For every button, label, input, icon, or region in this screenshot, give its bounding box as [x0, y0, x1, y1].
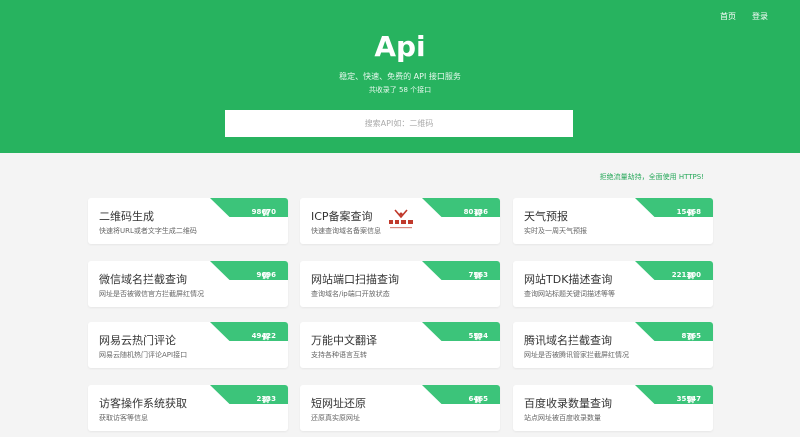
- api-desc: 支持各种语言互转: [311, 351, 367, 359]
- top-nav: 首页 登录: [720, 11, 768, 22]
- api-card[interactable]: 调用： 5534 万能中文翻译 支持各种语言互转: [300, 322, 500, 368]
- api-name: 万能中文翻译: [311, 334, 377, 347]
- api-desc: 获取访客等信息: [99, 414, 148, 422]
- api-name: 访客操作系统获取: [99, 397, 187, 410]
- api-card[interactable]: 调用： 49422 网易云热门评论 网易云随机热门评论API接口: [88, 322, 288, 368]
- api-desc: 还原真实原网址: [311, 414, 360, 422]
- api-desc: 站点网址被百度收录数量: [524, 414, 601, 422]
- api-desc: 网址是否被腾讯管家拦截屏红情况: [524, 351, 629, 359]
- usage-badge: 调用： 35547: [635, 385, 713, 404]
- api-name: 网站TDK描述查询: [524, 273, 613, 286]
- https-notice: 拒绝流量劫持，全面使用 HTTPS!: [599, 173, 704, 181]
- hero-banner: 首页 登录 Api 稳定、快速、免费的 API 接口服务 共收录了 58 个接口: [0, 0, 800, 153]
- api-card[interactable]: 调用： 98670 二维码生成 快速将URL或者文字生成二维码: [88, 198, 288, 244]
- nav-home-link[interactable]: 首页: [720, 11, 736, 22]
- usage-badge: 调用： 2333: [210, 385, 288, 404]
- api-desc: 网易云随机热门评论API接口: [99, 351, 188, 359]
- usage-badge: 调用： 7563: [422, 261, 500, 280]
- nav-login-link[interactable]: 登录: [752, 11, 768, 22]
- usage-badge: 调用： 80136: [422, 198, 500, 217]
- hero-subtitle: 稳定、快速、免费的 API 接口服务: [339, 72, 461, 81]
- page-title: Api: [374, 30, 426, 63]
- api-card[interactable]: 调用： 80136 ICP备案查询 快速查询域名备案信息: [300, 198, 500, 244]
- api-desc: 查询域名/ip端口开放状态: [311, 290, 390, 298]
- usage-badge: 调用： 9696: [210, 261, 288, 280]
- api-count: 共收录了 58 个接口: [368, 86, 432, 94]
- usage-badge: 调用： 221300: [635, 261, 713, 280]
- api-card[interactable]: 调用： 15468 天气预报 实时及一周天气预报: [513, 198, 713, 244]
- api-card[interactable]: 调用： 221300 网站TDK描述查询 查询网站标题关键词描述等等: [513, 261, 713, 307]
- az-watermark-logo-icon: [388, 209, 414, 229]
- usage-badge: 调用： 49422: [210, 322, 288, 341]
- api-card[interactable]: 调用： 9696 微信域名拦截查询 网址是否被微信官方拦截屏红情况: [88, 261, 288, 307]
- api-name: 腾讯域名拦截查询: [524, 334, 612, 347]
- api-name: ICP备案查询: [311, 210, 373, 223]
- usage-badge: 调用： 15468: [635, 198, 713, 217]
- search-input[interactable]: [225, 110, 573, 137]
- usage-badge: 调用： 6465: [422, 385, 500, 404]
- api-card[interactable]: 调用： 2333 访客操作系统获取 获取访客等信息: [88, 385, 288, 431]
- api-desc: 快速查询域名备案信息: [311, 227, 381, 235]
- usage-badge: 调用： 5534: [422, 322, 500, 341]
- api-card[interactable]: 调用： 8765 腾讯域名拦截查询 网址是否被腾讯管家拦截屏红情况: [513, 322, 713, 368]
- api-card[interactable]: 调用： 6465 短网址还原 还原真实原网址: [300, 385, 500, 431]
- api-desc: 网址是否被微信官方拦截屏红情况: [99, 290, 204, 298]
- api-desc: 快速将URL或者文字生成二维码: [99, 227, 197, 235]
- api-name: 短网址还原: [311, 397, 366, 410]
- api-card[interactable]: 调用： 35547 百度收录数量查询 站点网址被百度收录数量: [513, 385, 713, 431]
- usage-badge: 调用： 8765: [635, 322, 713, 341]
- api-desc: 实时及一周天气预报: [524, 227, 587, 235]
- api-name: 天气预报: [524, 210, 568, 223]
- api-name: 微信域名拦截查询: [99, 273, 187, 286]
- api-desc: 查询网站标题关键词描述等等: [524, 290, 615, 298]
- api-name: 二维码生成: [99, 210, 154, 223]
- api-name: 百度收录数量查询: [524, 397, 612, 410]
- usage-badge: 调用： 98670: [210, 198, 288, 217]
- api-name: 网易云热门评论: [99, 334, 176, 347]
- api-card[interactable]: 调用： 7563 网站端口扫描查询 查询域名/ip端口开放状态: [300, 261, 500, 307]
- api-name: 网站端口扫描查询: [311, 273, 399, 286]
